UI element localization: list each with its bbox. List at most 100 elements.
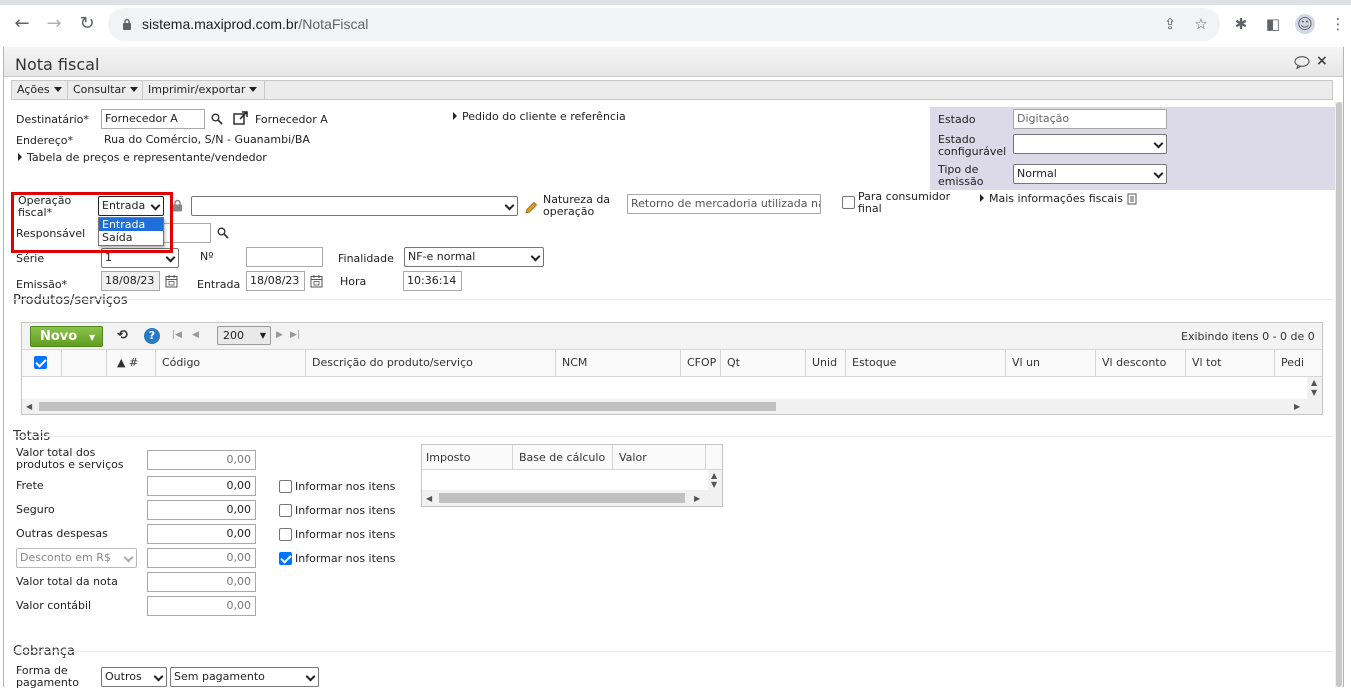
reload-icon[interactable]: ↻	[75, 12, 99, 36]
profile-avatar-icon[interactable]: ☺	[1295, 14, 1315, 34]
window-titlebar: Nota fiscal ×	[4, 47, 1343, 77]
consumidor-final-label: Para consumidor final	[858, 190, 951, 215]
outras-despesas-input[interactable]: 0,00	[147, 524, 256, 544]
first-page-icon[interactable]: |◀	[172, 330, 182, 340]
menu-acoes[interactable]: Ações	[12, 81, 68, 99]
back-icon[interactable]: ←	[10, 12, 34, 36]
page-scrollbar-thumb[interactable]	[1336, 102, 1342, 687]
column-header-vl-tot[interactable]: Vl tot	[1186, 350, 1275, 376]
refresh-icon[interactable]: ⟲	[117, 328, 128, 343]
menu-consultar[interactable]: Consultar	[68, 81, 143, 99]
condicao-pagamento-select[interactable]: Sem pagamento	[170, 667, 319, 687]
valor-contabil-input: 0,00	[147, 596, 256, 616]
novo-button[interactable]: Novo ▼	[30, 326, 103, 347]
column-header-number[interactable]: ▲ #	[107, 350, 156, 376]
page-size-select[interactable]: 200 ▼	[217, 326, 271, 345]
produtos-section-title: Produtos/serviços	[13, 293, 128, 308]
frete-informar-checkbox[interactable]	[279, 480, 292, 493]
destinatario-link[interactable]: Fornecedor A	[255, 114, 328, 126]
column-header-cfop[interactable]: CFOP	[681, 350, 721, 376]
desconto-informar-checkbox[interactable]	[279, 552, 292, 565]
impostos-vertical-scrollbar[interactable]: ▲ ▼	[708, 470, 722, 490]
column-header-valor[interactable]: Valor	[613, 445, 706, 470]
page-scrollbar[interactable]	[1335, 102, 1343, 687]
tab-strip	[0, 0, 1351, 5]
next-page-icon[interactable]: ▶	[276, 330, 283, 340]
extensions-icon[interactable]: ✱	[1231, 14, 1251, 34]
last-page-icon[interactable]: ▶|	[290, 330, 300, 340]
calendar-icon[interactable]	[310, 274, 323, 288]
scrollbar-thumb[interactable]	[39, 402, 776, 411]
state-panel: Estado Digitação Estado configurável Tipo…	[930, 107, 1336, 190]
estado-input: Digitação	[1013, 109, 1167, 129]
bookmark-star-icon[interactable]: ☆	[1191, 14, 1211, 34]
column-header-pedido[interactable]: Pedi	[1275, 350, 1310, 376]
seguro-informar-checkbox[interactable]	[279, 504, 292, 517]
impostos-horizontal-scrollbar[interactable]: ◀ ▶	[422, 490, 722, 506]
produtos-grid: Novo ▼ ⟲ ? |◀ ◀ 200 ▼ ▶ ▶| Exibindo itens …	[21, 322, 1323, 415]
column-header-qt[interactable]: Qt	[721, 350, 806, 376]
calendar-icon[interactable]	[165, 274, 178, 288]
url-text: sistema.maxiprod.com.br/NotaFiscal	[142, 16, 369, 32]
grid-vertical-scrollbar[interactable]: ▲ ▼	[1307, 377, 1322, 399]
share-icon[interactable]: ⇪	[1160, 14, 1180, 34]
prev-page-icon[interactable]: ◀	[192, 330, 199, 340]
comment-icon[interactable]	[1294, 56, 1310, 69]
numero-input[interactable]	[246, 247, 323, 267]
column-header-imposto[interactable]: Imposto	[422, 445, 513, 470]
seguro-label: Seguro	[16, 503, 55, 516]
valor-total-produtos-input: 0,00	[147, 450, 256, 470]
frete-input[interactable]: 0,00	[147, 476, 256, 496]
entrada-input[interactable]: 18/08/23	[246, 271, 305, 291]
side-panel-icon[interactable]: ◧	[1263, 14, 1283, 34]
window-title: Nota fiscal	[15, 55, 100, 74]
mais-informacoes-toggle[interactable]: Mais informações fiscais	[980, 193, 1123, 205]
natureza-descricao-input[interactable]: Retorno de mercadoria utilizada na	[627, 194, 821, 214]
emissao-input[interactable]: 18/08/23	[101, 271, 160, 291]
natureza-operacao-select[interactable]	[191, 196, 518, 216]
forward-icon[interactable]: →	[42, 12, 66, 36]
column-header-codigo[interactable]: Código	[156, 350, 306, 376]
column-header-estoque[interactable]: Estoque	[846, 350, 1006, 376]
select-all-checkbox[interactable]	[34, 356, 47, 369]
endereco-value: Rua do Comércio, S/N - Guanambi/BA	[104, 133, 310, 146]
outras-informar-checkbox[interactable]	[279, 528, 292, 541]
action-menubar: Ações Consultar Imprimir/exportar	[11, 80, 1333, 100]
pencil-icon[interactable]	[524, 201, 538, 215]
menu-imprimir-exportar[interactable]: Imprimir/exportar	[143, 81, 265, 99]
seguro-input[interactable]: 0,00	[147, 500, 256, 520]
tipo-emissao-select[interactable]: Normal	[1013, 164, 1167, 184]
option-saida[interactable]: Saída	[99, 231, 163, 244]
destinatario-input[interactable]: Fornecedor A	[101, 109, 205, 129]
grid-horizontal-scrollbar[interactable]: ◀ ▶	[22, 399, 1322, 414]
tabela-precos-toggle[interactable]: Tabela de preços e representante/vendedo…	[18, 152, 267, 164]
column-header-vl-desconto[interactable]: Vl desconto	[1096, 350, 1186, 376]
column-header-ncm[interactable]: NCM	[556, 350, 681, 376]
search-icon[interactable]	[217, 227, 229, 239]
pedido-cliente-toggle[interactable]: Pedido do cliente e referência	[453, 111, 626, 123]
estado-configuravel-select[interactable]	[1013, 134, 1167, 154]
scrollbar-thumb[interactable]	[439, 493, 685, 503]
desconto-tipo-select: Desconto em R$	[16, 548, 137, 568]
consumidor-final-checkbox[interactable]	[842, 196, 855, 209]
forma-pagamento-select[interactable]: Outros	[101, 667, 167, 687]
help-icon[interactable]: ?	[144, 328, 160, 344]
seguro-informar-label: Informar nos itens	[295, 504, 396, 517]
browser-menu-icon[interactable]: ⋮	[1328, 14, 1348, 34]
endereco-label: Endereço*	[16, 134, 73, 147]
column-header-descricao[interactable]: Descrição do produto/serviço	[306, 350, 556, 376]
natureza-label: Natureza da operação	[543, 193, 611, 218]
column-header-vl-un[interactable]: Vl un	[1006, 350, 1096, 376]
close-icon[interactable]: ×	[1316, 53, 1328, 69]
finalidade-select[interactable]: NF-e normal	[404, 247, 544, 267]
search-icon[interactable]	[211, 113, 223, 125]
destinatario-label: Destinatário*	[16, 113, 89, 126]
external-link-icon[interactable]	[233, 111, 248, 126]
option-entrada[interactable]: Entrada	[99, 218, 163, 231]
desconto-input: 0,00	[147, 548, 256, 568]
address-bar[interactable]: sistema.maxiprod.com.br/NotaFiscal ⇪ ☆	[108, 8, 1220, 41]
lock-icon	[123, 18, 131, 30]
column-header-base-calculo[interactable]: Base de cálculo	[513, 445, 613, 470]
column-header-unid[interactable]: Unid	[806, 350, 846, 376]
hora-input[interactable]: 10:36:14	[403, 271, 462, 291]
